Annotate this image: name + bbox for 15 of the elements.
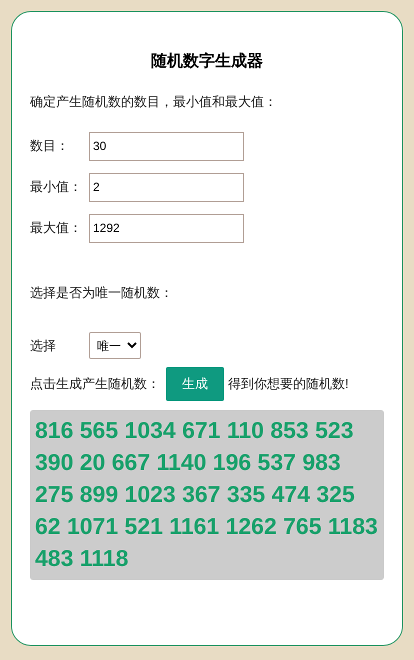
generate-button[interactable]: 生成 [166, 367, 224, 401]
input-field[interactable]: 30 [89, 132, 244, 160]
random-numbers: 816 565 1034 671 110 853 523 390 20 667 1140 196 537 983 275 899 1023 367 335 474 325 62 1071 521 1161 1262 765 1183 483 1118 [35, 416, 379, 573]
generate-prompt: 点击生成产生随机数： [30, 375, 160, 394]
generate-suffix: 得到你想要的随机数! [228, 375, 349, 394]
unique-prompt: 选择是否为唯一随机数： [30, 284, 174, 302]
input-field[interactable]: 1292 [89, 214, 244, 242]
unique-select[interactable]: 唯一 [89, 332, 141, 359]
field-label: 数目： [30, 137, 70, 156]
page-title: 随机数字生成器 [150, 51, 264, 72]
field-label: 最小值： [30, 178, 83, 196]
field-label: 最大值： [30, 219, 83, 238]
select-label: 选择 [30, 336, 57, 355]
intro-text: 确定产生随机数的数目，最小值和最大值： [30, 93, 278, 111]
input-field[interactable]: 2 [89, 172, 244, 202]
